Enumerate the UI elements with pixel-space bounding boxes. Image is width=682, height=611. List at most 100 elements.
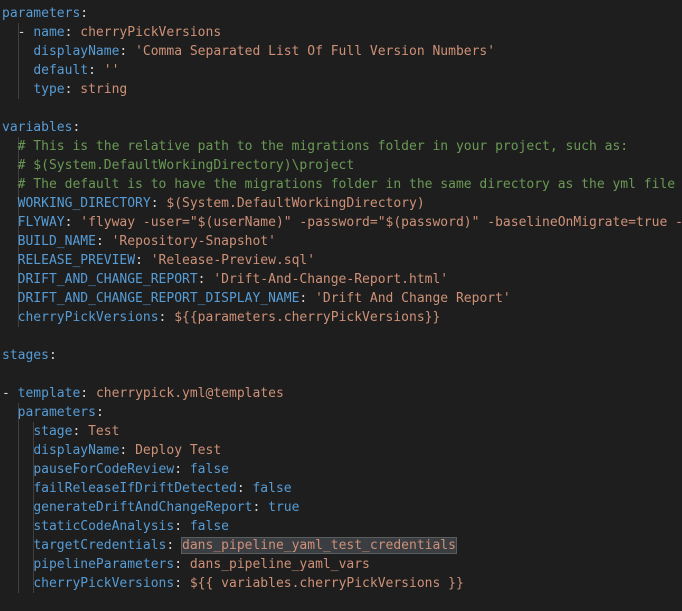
code-line[interactable] xyxy=(0,99,2,118)
code-token: targetCredentials xyxy=(33,538,167,553)
code-line[interactable]: staticCodeAnalysis: false xyxy=(0,517,229,536)
code-token: : xyxy=(64,215,81,230)
code-line[interactable]: cherryPickVersions: ${{parameters.cherry… xyxy=(0,308,441,327)
code-line[interactable]: FLYWAY: 'flyway -user="$(userName)" -pas… xyxy=(0,213,682,232)
code-token: DRIFT_AND_CHANGE_REPORT xyxy=(17,272,198,287)
code-token: : xyxy=(95,234,112,249)
code-line[interactable]: displayName: 'Comma Separated List Of Fu… xyxy=(0,42,495,61)
code-line[interactable]: BUILD_NAME: 'Repository-Snapshot' xyxy=(0,232,276,251)
code-token: # This is the relative path to the migra… xyxy=(17,139,629,154)
code-line[interactable]: DRIFT_AND_CHANGE_REPORT_DISPLAY_NAME: 'D… xyxy=(0,289,511,308)
code-token: displayName xyxy=(33,44,120,59)
code-line[interactable]: displayName: Deploy Test xyxy=(0,441,221,460)
code-token: generateDriftAndChangeReport xyxy=(33,500,253,515)
code-token: - xyxy=(2,386,18,401)
code-token: : xyxy=(95,405,104,420)
code-token: displayName xyxy=(33,443,120,458)
code-line[interactable]: # $(System.DefaultWorkingDirectory)\proj… xyxy=(0,156,355,175)
code-line[interactable]: failReleaseIfDriftDetected: false xyxy=(0,479,292,498)
code-token: 'Drift And Change Report' xyxy=(315,291,511,306)
code-token: stage xyxy=(33,424,73,439)
code-token: : xyxy=(80,386,96,401)
code-token: 'Repository-Snapshot' xyxy=(111,234,276,249)
code-token: variables xyxy=(2,120,73,135)
code-token: : xyxy=(197,272,214,287)
code-line[interactable]: generateDriftAndChangeReport: true xyxy=(0,498,299,517)
code-token: 'Release-Preview.sql' xyxy=(150,253,316,268)
code-token: - xyxy=(2,25,34,40)
code-token: $(System.DefaultWorkingDirectory) xyxy=(166,196,425,211)
code-token: # $(System.DefaultWorkingDirectory)\proj… xyxy=(17,158,355,173)
code-line[interactable]: stage: Test xyxy=(0,422,119,441)
code-line[interactable]: # The default is to have the migrations … xyxy=(0,175,675,194)
code-line[interactable]: # This is the relative path to the migra… xyxy=(0,137,628,156)
code-token: true xyxy=(268,500,300,515)
code-token: : xyxy=(166,538,183,553)
code-token: dans_pipeline_yaml_test_credentials xyxy=(181,537,457,554)
code-token: : xyxy=(119,44,136,59)
code-line[interactable] xyxy=(0,365,2,384)
code-line[interactable]: targetCredentials: dans_pipeline_yaml_te… xyxy=(0,536,457,555)
code-token: : xyxy=(88,63,104,78)
code-editor[interactable]: parameters: - name: cherryPickVersions d… xyxy=(0,0,682,611)
code-token: type xyxy=(33,82,65,97)
code-token: BUILD_NAME xyxy=(17,234,96,249)
code-line[interactable]: parameters: xyxy=(0,403,104,422)
code-token: 'Drift-And-Change-Report.html' xyxy=(213,272,449,287)
code-line[interactable]: type: string xyxy=(0,80,127,99)
code-token: : xyxy=(174,519,190,534)
code-token: : xyxy=(80,6,89,21)
code-token: false xyxy=(252,481,292,496)
code-token: failReleaseIfDriftDetected xyxy=(33,481,237,496)
code-token: dans_pipeline_yaml_vars xyxy=(189,557,370,572)
code-line[interactable]: DRIFT_AND_CHANGE_REPORT: 'Drift-And-Chan… xyxy=(0,270,448,289)
code-token: : xyxy=(119,443,136,458)
code-line[interactable]: parameters: xyxy=(0,4,88,23)
code-token: : xyxy=(174,576,190,591)
code-token: parameters xyxy=(17,405,96,420)
code-token: '' xyxy=(103,63,120,78)
code-line[interactable]: RELEASE_PREVIEW: 'Release-Preview.sql' xyxy=(0,251,315,270)
code-line[interactable]: - template: cherrypick.yml@templates xyxy=(0,384,284,403)
code-token: false xyxy=(189,519,229,534)
code-line[interactable] xyxy=(0,327,2,346)
code-line[interactable]: variables: xyxy=(0,118,80,137)
code-token: : xyxy=(64,82,81,97)
code-token: cherryPickVersions xyxy=(80,25,222,40)
code-line[interactable]: cherryPickVersions: ${{ variables.cherry… xyxy=(0,574,463,593)
code-token: RELEASE_PREVIEW xyxy=(17,253,136,268)
code-line[interactable]: pauseForCodeReview: false xyxy=(0,460,229,479)
code-token: Test xyxy=(88,424,120,439)
code-token: : xyxy=(236,481,253,496)
code-token: 'flyway -user="$(userName)" -password="$… xyxy=(80,215,682,230)
code-token: : xyxy=(158,310,175,325)
code-token: parameters xyxy=(2,6,81,21)
code-line[interactable]: pipelineParameters: dans_pipeline_yaml_v… xyxy=(0,555,370,574)
code-token: 'Comma Separated List Of Full Version Nu… xyxy=(135,44,496,59)
code-token: cherrypick.yml@templates xyxy=(95,386,284,401)
code-token: # The default is to have the migrations … xyxy=(17,177,676,192)
code-token: FLYWAY xyxy=(17,215,65,230)
code-token: Deploy Test xyxy=(135,443,222,458)
code-line[interactable]: WORKING_DIRECTORY: $(System.DefaultWorki… xyxy=(0,194,425,213)
code-line[interactable]: default: '' xyxy=(0,61,119,80)
code-line[interactable]: - name: cherryPickVersions xyxy=(0,23,222,42)
code-line[interactable]: stages: xyxy=(0,346,57,365)
